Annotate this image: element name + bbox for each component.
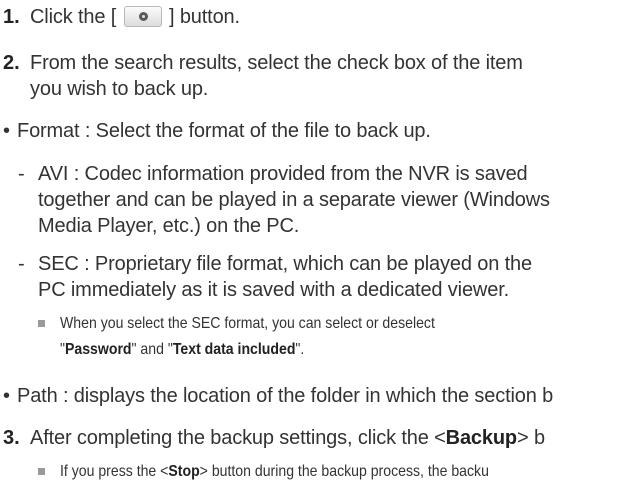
step-3-text-before: After completing the backup settings, cl… [30,427,446,449]
stop-note-before: If you press the < [60,463,169,480]
sec-line-2: PC immediately as it is saved with a ded… [38,279,510,301]
bullet-mark: • [3,120,11,142]
avi-line-1: AVI : Codec information provided from th… [38,163,528,185]
step-number: 2. [3,52,20,74]
dash-mark: - [18,253,25,275]
bullet-mark: • [3,385,11,407]
avi-line-3: Media Player, etc.) on the PC. [38,215,300,237]
avi-line-2: together and can be played in a separate… [38,189,550,211]
step-1-text-after: ] button. [169,6,240,28]
password-term: Password [65,341,132,358]
note-square-icon [38,320,45,327]
sec-note-line-2: "Password" and "Text data included". [60,340,304,360]
and-text: " and " [131,341,173,358]
step-number: 1. [3,6,20,28]
stop-note-text: If you press the <Stop> button during th… [60,462,489,482]
backup-button-label: Backup [445,427,518,449]
manual-page: 1. Click the [ ] button. 2. From the sea… [0,0,631,489]
stop-button-label: Stop [168,463,200,480]
step-number: 3. [3,427,20,449]
sec-note-line-1: When you select the SEC format, you can … [60,315,435,332]
format-text: Format : Select the format of the file t… [17,120,431,142]
sec-line-1: SEC : Proprietary file format, which can… [38,253,532,275]
step-2-line-1: From the search results, select the chec… [30,52,523,74]
path-text: Path : displays the location of the fold… [17,385,554,407]
backup-disc-icon [123,5,162,27]
note-square-icon [38,468,45,475]
quote-close: ". [295,341,305,358]
text-data-term: Text data included [172,341,296,358]
step-1-text: Click the [ ] button. [30,5,240,29]
step-3-text: After completing the backup settings, cl… [30,426,545,450]
stop-note-after: > button during the backup process, the … [199,463,489,480]
step-2-line-2: you wish to back up. [30,78,209,100]
step-3-text-after: > b [517,427,545,449]
step-1-text-before: Click the [ [30,6,117,28]
dash-mark: - [18,163,25,185]
